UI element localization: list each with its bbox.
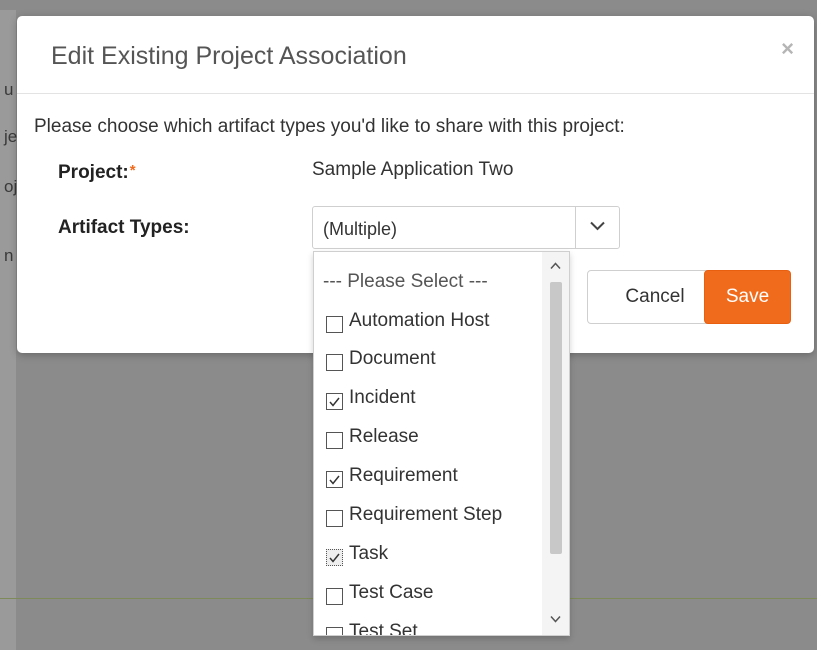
dropdown-placeholder-option[interactable]: --- Please Select --- <box>323 263 551 301</box>
chevron-down-icon <box>550 615 561 623</box>
checkbox-task[interactable] <box>326 548 343 566</box>
background-text-fragment: je <box>4 127 18 146</box>
dialog-instruction: Please choose which artifact types you'd… <box>34 116 625 137</box>
checkbox-test-set[interactable] <box>326 626 343 635</box>
scrollbar-thumb[interactable] <box>550 282 562 554</box>
artifact-types-selected-value: (Multiple) <box>323 219 398 239</box>
checkbox-test-case[interactable] <box>326 587 343 605</box>
project-label: Project:* <box>58 162 136 184</box>
required-asterisk: * <box>129 162 136 179</box>
cancel-button[interactable]: Cancel <box>587 270 723 324</box>
artifact-types-label: Artifact Types: <box>58 217 190 238</box>
checkmark-icon <box>329 397 340 407</box>
background-text-fragment: u <box>4 80 14 99</box>
background-top-edge <box>0 0 817 10</box>
checkbox-requirement-step[interactable] <box>326 509 343 527</box>
background-text-fragment: n <box>4 246 14 265</box>
option-label: Release <box>349 426 419 447</box>
scroll-up-arrow[interactable] <box>542 256 569 278</box>
close-icon[interactable]: × <box>781 38 794 60</box>
background-text-fragment: oj <box>4 177 18 196</box>
checkbox-document[interactable] <box>326 353 343 371</box>
option-label: Task <box>349 543 389 564</box>
option-automation-host[interactable]: Automation Host <box>314 302 542 340</box>
option-test-case[interactable]: Test Case <box>314 574 542 612</box>
save-button[interactable]: Save <box>704 270 791 324</box>
checkbox-automation-host[interactable] <box>326 315 343 333</box>
dialog-title: Edit Existing Project Association <box>51 42 407 70</box>
option-label: Test Set <box>349 621 418 636</box>
select-toggle[interactable] <box>575 207 619 248</box>
project-label-text: Project: <box>58 162 129 183</box>
project-value: Sample Application Two <box>312 159 514 180</box>
chevron-down-icon <box>590 221 605 231</box>
artifact-types-select[interactable]: (Multiple) <box>312 206 620 249</box>
checkmark-icon <box>329 553 340 563</box>
option-requirement[interactable]: Requirement <box>314 457 542 495</box>
option-label: Incident <box>349 387 416 408</box>
option-release[interactable]: Release <box>314 418 542 456</box>
dialog-header: Edit Existing Project Association × <box>17 16 814 94</box>
artifact-types-dropdown-list: --- Please Select --- Automation Host Do… <box>313 251 570 636</box>
option-test-set[interactable]: Test Set <box>314 613 542 636</box>
option-label: Automation Host <box>349 310 490 331</box>
dropdown-scrollbar[interactable] <box>542 252 569 635</box>
option-requirement-step[interactable]: Requirement Step <box>314 496 542 534</box>
option-task[interactable]: Task <box>314 535 542 573</box>
checkbox-requirement[interactable] <box>326 470 343 488</box>
option-label: Document <box>349 348 436 369</box>
option-label: Requirement <box>349 465 458 486</box>
option-label: Requirement Step <box>349 504 503 525</box>
checkbox-incident[interactable] <box>326 392 343 410</box>
chevron-up-icon <box>550 262 561 270</box>
option-document[interactable]: Document <box>314 340 542 378</box>
checkbox-release[interactable] <box>326 431 343 449</box>
checkmark-icon <box>329 475 340 485</box>
option-label: Test Case <box>349 582 434 603</box>
scroll-down-arrow[interactable] <box>542 609 569 631</box>
option-incident[interactable]: Incident <box>314 379 542 417</box>
